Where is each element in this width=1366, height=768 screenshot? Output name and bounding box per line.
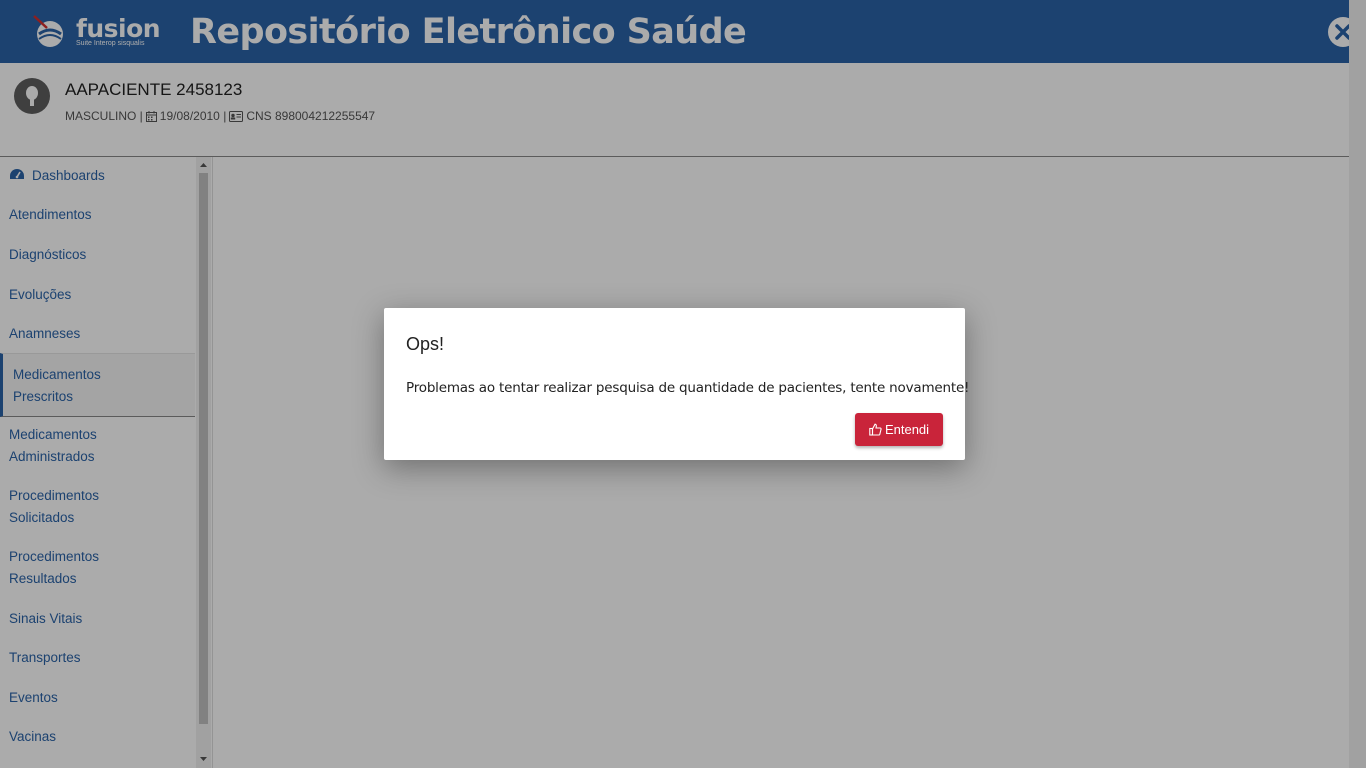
error-dialog: Ops! Problemas ao tentar realizar pesqui… <box>384 308 969 460</box>
dialog-message: Problemas ao tentar realizar pesquisa de… <box>406 380 970 396</box>
dialog-title: Ops! <box>406 334 445 354</box>
entendi-button[interactable]: Entendi <box>855 413 943 446</box>
thumbs-up-icon <box>869 423 882 436</box>
entendi-button-label: Entendi <box>884 422 930 437</box>
